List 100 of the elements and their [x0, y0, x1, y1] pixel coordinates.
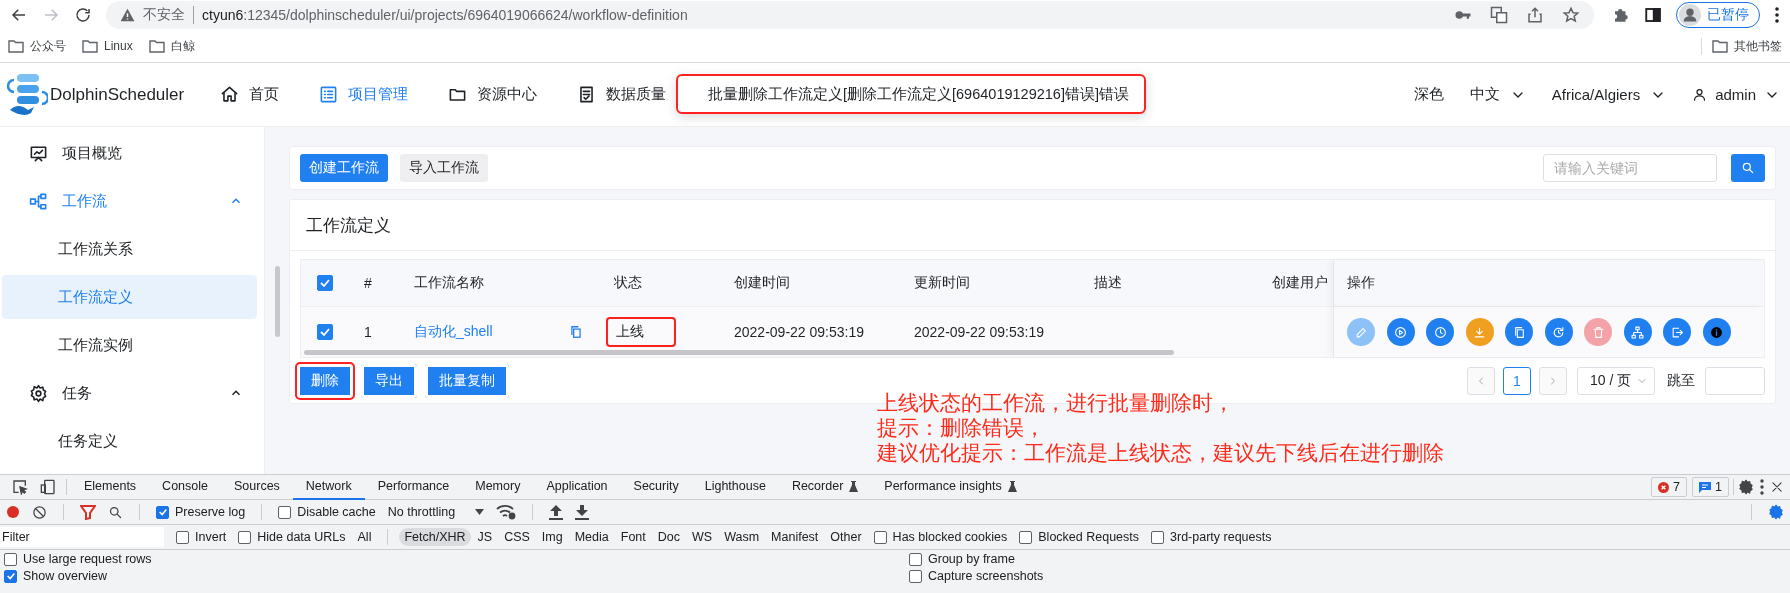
- type-filter[interactable]: Other: [825, 528, 867, 546]
- type-filter[interactable]: Manifest: [766, 528, 824, 546]
- checkbox[interactable]: Has blocked cookies: [873, 530, 1008, 544]
- nav-item[interactable]: 首页: [220, 85, 279, 104]
- checkbox-box[interactable]: [176, 530, 189, 544]
- filter-field[interactable]: Filter: [0, 527, 164, 547]
- devtools-tab[interactable]: Application: [533, 474, 621, 500]
- sidebar-icon[interactable]: [1644, 6, 1662, 24]
- type-filter[interactable]: Wasm: [719, 528, 765, 546]
- devtools-tab[interactable]: Performance: [364, 474, 463, 500]
- workflow-name-link[interactable]: 自动化_shell: [414, 323, 493, 341]
- checkbox[interactable]: Use large request rows: [4, 552, 909, 566]
- checkbox-box[interactable]: [1151, 530, 1165, 544]
- search-field[interactable]: 请输入关键词: [1543, 154, 1717, 182]
- share-icon[interactable]: [1526, 6, 1544, 24]
- clock-arrow-button[interactable]: [1544, 318, 1573, 346]
- user-dropdown[interactable]: admin: [1692, 86, 1780, 103]
- type-filter[interactable]: WS: [687, 528, 718, 546]
- address-bar[interactable]: 不安全 ctyun6:12345/dolphinscheduler/ui/projects/6964019066624/workflow-definition: [106, 1, 1594, 29]
- record-icon[interactable]: [6, 505, 20, 519]
- checkbox-box[interactable]: [4, 552, 17, 566]
- sidebar-item[interactable]: 工作流: [2, 179, 257, 223]
- theme-toggle[interactable]: 深色: [1413, 85, 1444, 104]
- download-icon[interactable]: [575, 504, 590, 520]
- clear-icon[interactable]: [32, 504, 47, 520]
- checkbox-box[interactable]: [909, 552, 922, 566]
- nav-item[interactable]: 数据质量: [577, 85, 666, 104]
- checkbox[interactable]: Preserve log: [156, 505, 246, 519]
- checkbox-box[interactable]: [238, 530, 252, 544]
- checkbox-box[interactable]: [156, 505, 169, 519]
- sidebar-item[interactable]: 工作流关系: [2, 227, 257, 271]
- type-filter[interactable]: Fetch/XHR: [399, 528, 471, 546]
- inspect-icon[interactable]: [12, 479, 28, 495]
- nav-item[interactable]: 资源中心: [448, 85, 537, 104]
- device-icon[interactable]: [40, 479, 56, 495]
- checkbox[interactable]: 3rd-party requests: [1151, 530, 1272, 544]
- bookmark-folder[interactable]: 其他书签: [1701, 37, 1782, 55]
- bulk-action-button[interactable]: 删除: [295, 362, 355, 400]
- info-button[interactable]: [1702, 318, 1731, 346]
- message-count-badge[interactable]: 1: [1692, 477, 1729, 497]
- tree-button[interactable]: [1623, 318, 1652, 346]
- nav-item[interactable]: 项目管理: [319, 85, 408, 104]
- translate-icon[interactable]: [1490, 6, 1508, 24]
- filter-icon[interactable]: [80, 504, 96, 520]
- scrollbar-thumb[interactable]: [275, 266, 280, 337]
- devtools-tab[interactable]: Recorder: [778, 474, 872, 500]
- error-count-badge[interactable]: 7: [1651, 477, 1688, 497]
- menu-icon[interactable]: [1774, 6, 1780, 24]
- checkbox-box[interactable]: [873, 530, 887, 544]
- export-button[interactable]: [1663, 318, 1691, 346]
- create-workflow-button[interactable]: 创建工作流: [300, 154, 388, 182]
- checkbox-box[interactable]: [1019, 530, 1033, 544]
- clock-button[interactable]: [1426, 318, 1454, 346]
- bookmark-folder[interactable]: 白鲸: [148, 37, 195, 55]
- sidebar-item[interactable]: 工作流定义: [2, 275, 257, 319]
- checkbox[interactable]: Blocked Requests: [1019, 530, 1140, 544]
- jump-page-field[interactable]: [1705, 367, 1765, 395]
- devtools-tab[interactable]: Lighthouse: [691, 474, 779, 500]
- select-all-checkbox[interactable]: [317, 275, 333, 291]
- run-button[interactable]: [1386, 318, 1415, 346]
- checkbox[interactable]: Invert: [176, 530, 227, 544]
- copy-icon[interactable]: [569, 325, 583, 339]
- sidebar-item[interactable]: 任务定义: [2, 419, 257, 463]
- close-icon[interactable]: [1770, 480, 1784, 494]
- settings-icon[interactable]: [1738, 479, 1754, 495]
- checkbox[interactable]: Group by frame: [909, 552, 1784, 566]
- checkbox-box[interactable]: [909, 569, 922, 583]
- devtools-tab[interactable]: Elements: [71, 474, 150, 500]
- devtools-tab[interactable]: Network: [292, 474, 365, 500]
- checkbox[interactable]: Disable cache: [278, 505, 376, 519]
- upload-icon[interactable]: [549, 504, 564, 520]
- checkbox-box[interactable]: [4, 569, 17, 583]
- checkbox[interactable]: Capture screenshots: [909, 569, 1784, 583]
- type-filter[interactable]: Doc: [652, 528, 685, 546]
- type-filter[interactable]: Img: [536, 528, 568, 546]
- reload-icon[interactable]: [74, 6, 92, 24]
- wifi-gear-icon[interactable]: [496, 504, 517, 520]
- bookmark-folder[interactable]: Linux: [82, 39, 133, 53]
- timezone-dropdown[interactable]: Africa/Algiers: [1551, 86, 1667, 103]
- type-filter[interactable]: Media: [569, 528, 614, 546]
- page-button[interactable]: 1: [1503, 367, 1531, 395]
- sidebar-item[interactable]: 任务: [2, 371, 257, 415]
- checkbox-box[interactable]: [278, 505, 292, 519]
- type-filter[interactable]: All: [352, 528, 377, 546]
- bulk-action-button[interactable]: 批量复制: [423, 362, 511, 400]
- settings-icon[interactable]: [1768, 504, 1784, 520]
- back-icon[interactable]: [10, 6, 28, 24]
- bulk-action-button[interactable]: 导出: [359, 362, 419, 400]
- checkbox[interactable]: Hide data URLs: [238, 530, 346, 544]
- star-icon[interactable]: [1562, 6, 1580, 24]
- bookmark-folder[interactable]: 公众号: [8, 37, 66, 55]
- language-dropdown[interactable]: 中文: [1469, 85, 1526, 104]
- search-icon[interactable]: [108, 504, 123, 520]
- more-icon[interactable]: [1760, 479, 1764, 495]
- scrollbar-thumb[interactable]: [304, 350, 1174, 355]
- type-filter[interactable]: CSS: [499, 528, 535, 546]
- search-button[interactable]: [1731, 154, 1765, 182]
- devtools-tab[interactable]: Performance insights: [871, 474, 1030, 500]
- devtools-tab[interactable]: Security: [620, 474, 692, 500]
- sidebar-item[interactable]: 工作流实例: [2, 323, 257, 367]
